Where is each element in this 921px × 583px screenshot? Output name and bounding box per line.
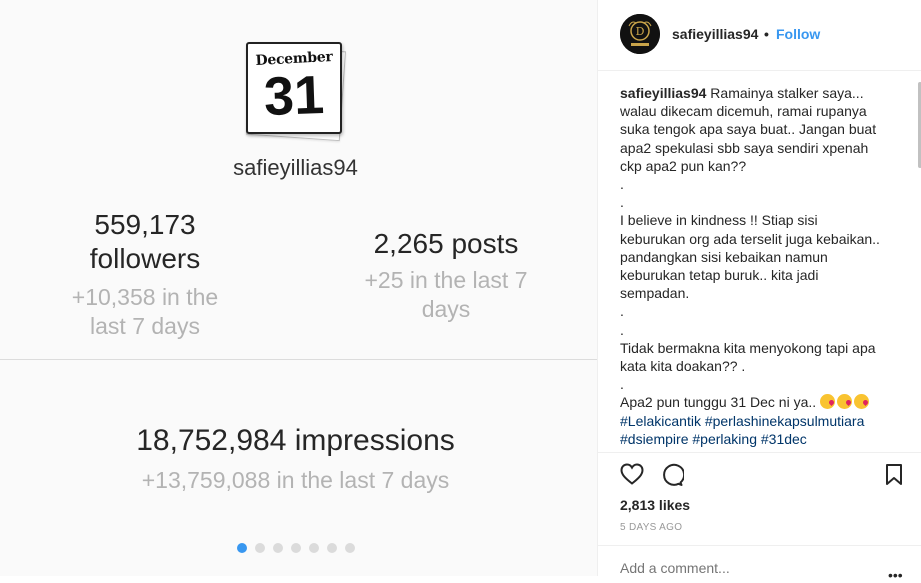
like-heart-icon[interactable] — [620, 463, 644, 490]
caption-text: pandangkan sisi kebaikan namun — [620, 248, 828, 265]
followers-count: 559,173 — [94, 209, 196, 240]
caption-line: kata kita doakan?? . — [620, 357, 904, 375]
caption-line: pandangkan sisi kebaikan namun — [620, 248, 904, 266]
post-caption: safieyillias94 Ramainya stalker saya... w… — [620, 84, 904, 448]
carousel-dot-active[interactable] — [237, 543, 247, 553]
post-timestamp[interactable]: 5 DAYS AGO — [620, 522, 682, 533]
hashtag-link[interactable]: #dsiempire — [620, 431, 688, 447]
calendar-icon: December 31 — [245, 42, 347, 142]
header-username[interactable]: safieyillias94 — [672, 26, 758, 42]
impressions-delta: +13,759,088 in the last 7 days — [141, 467, 450, 493]
avatar[interactable]: D — [620, 14, 660, 54]
impressions-stat: 18,752,984 impressions — [136, 424, 455, 457]
caption-line: ckp apa2 pun kan?? — [620, 157, 904, 175]
hashtag-link[interactable]: #perlashinekapsulmutiara — [705, 413, 865, 429]
action-bar-divider — [598, 452, 921, 454]
hashtag-link[interactable]: #perlaking — [692, 431, 757, 447]
caption-text: sempadan. — [620, 285, 690, 302]
posts-stat: 2,265 posts — [373, 228, 519, 259]
caption-text: kata kita doakan?? . — [620, 358, 746, 375]
caption-line: suka tengok apa saya buat.. Jangan buat — [620, 120, 904, 138]
more-options-icon[interactable]: ••• — [888, 567, 903, 583]
avatar-logo-icon: D — [620, 14, 660, 54]
caption-line: safieyillias94 Ramainya stalker saya... — [620, 84, 904, 102]
post-sidebar: D safieyillias94 • Follow safieyillias94… — [597, 0, 921, 583]
caption-line: . — [620, 175, 904, 193]
carousel-dot[interactable] — [291, 543, 301, 553]
kiss-emoji-icon — [854, 394, 870, 410]
save-bookmark-icon[interactable] — [884, 463, 904, 492]
caption-text: Apa2 pun tunggu 31 Dec ni ya.. — [620, 394, 817, 411]
caption-line: apa2 spekulasi sbb saya sendiri xpenah — [620, 139, 904, 157]
kiss-emoji-icon — [837, 394, 853, 410]
caption-text: keburukan tetap buruk.. kita jadi — [620, 267, 819, 284]
carousel-dot[interactable] — [345, 543, 355, 553]
stats-divider — [0, 359, 597, 360]
post-media-image[interactable]: December 31 safieyillias94 559,173 follo… — [0, 0, 597, 576]
caption-text: I believe in kindness !! Stiap sisi — [620, 212, 818, 229]
calendar-day: 31 — [262, 64, 326, 128]
caption-text: . — [620, 303, 624, 320]
media-username: safieyillias94 — [233, 155, 358, 180]
follow-button[interactable]: Follow — [776, 26, 820, 42]
caption-text: apa2 spekulasi sbb saya sendiri xpenah — [620, 139, 869, 156]
posts-delta: +25 in the last 7 days — [340, 266, 552, 324]
caption-text: Tidak bermakna kita menyokong tapi apa — [620, 339, 876, 356]
likes-count[interactable]: 2,813 likes — [620, 497, 690, 513]
carousel-indicator — [237, 543, 355, 553]
hashtag-link[interactable]: #31dec — [761, 431, 807, 447]
caption-text: . — [620, 376, 624, 393]
carousel-dot[interactable] — [327, 543, 337, 553]
comment-bubble-icon[interactable] — [660, 463, 686, 492]
followers-delta: +10,358 in the last 7 days — [55, 283, 235, 341]
header-separator: • — [764, 26, 769, 42]
kiss-emoji-icon — [820, 394, 836, 410]
caption-text: walau dikecam dicemuh, ramai rupanya — [620, 103, 867, 120]
followers-stat: 559,173 followers — [60, 208, 230, 276]
caption-line: Tidak bermakna kita menyokong tapi apa — [620, 339, 904, 357]
caption-text: ckp apa2 pun kan?? — [620, 157, 747, 174]
calendar-front-page: December 31 — [246, 42, 342, 134]
caption-line: . — [620, 375, 904, 393]
caption-username[interactable]: safieyillias94 — [620, 85, 706, 101]
caption-line: keburukan org ada terselit juga kebaikan… — [620, 230, 904, 248]
caption-text: Ramainya stalker saya... — [710, 85, 864, 101]
carousel-dot[interactable] — [273, 543, 283, 553]
caption-line: . — [620, 302, 904, 320]
svg-text:D: D — [636, 25, 645, 38]
post-header: D safieyillias94 • Follow — [598, 0, 921, 71]
followers-delta-line1: +10,358 in the — [71, 284, 219, 310]
hashtag-link[interactable]: #Lelakicantik — [620, 413, 701, 429]
caption-text: suka tengok apa saya buat.. Jangan buat — [620, 121, 877, 138]
caption-text: . — [620, 321, 624, 338]
posts-delta-line2: days — [421, 296, 471, 322]
hashtag-line: #Lelakicantik #perlashinekapsulmutiara — [620, 412, 904, 430]
carousel-dot[interactable] — [309, 543, 319, 553]
followers-delta-line2: last 7 days — [90, 313, 200, 339]
posts-delta-line1: +25 in the last 7 — [364, 267, 528, 293]
caption-text: . — [620, 194, 624, 211]
caption-text: keburukan org ada terselit juga kebaikan… — [620, 230, 880, 247]
caption-line: sempadan. — [620, 284, 904, 302]
caption-line: I believe in kindness !! Stiap sisi — [620, 211, 904, 229]
hashtag-line: #dsiempire #perlaking #31dec — [620, 430, 904, 448]
add-comment-input[interactable] — [620, 560, 890, 576]
caption-line: Apa2 pun tunggu 31 Dec ni ya.. — [620, 393, 904, 411]
caption-line: . — [620, 193, 904, 211]
carousel-dot[interactable] — [255, 543, 265, 553]
caption-line: walau dikecam dicemuh, ramai rupanya — [620, 102, 904, 120]
caption-line: . — [620, 321, 904, 339]
followers-label: followers — [89, 243, 201, 274]
caption-line: keburukan tetap buruk.. kita jadi — [620, 266, 904, 284]
caption-text: . — [620, 176, 624, 193]
